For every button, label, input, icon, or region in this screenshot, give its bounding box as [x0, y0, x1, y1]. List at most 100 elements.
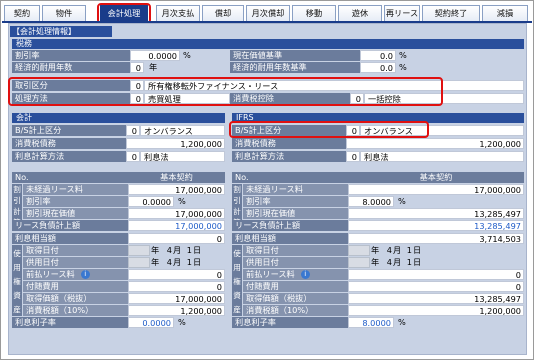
highlight-transaction — [8, 77, 443, 106]
ifrs-discount-calc-vertical-char: 引 — [233, 196, 241, 206]
acc-acq-cost-field[interactable]: 17,000,000 — [128, 293, 225, 304]
tab-impairment[interactable]: 減損 — [482, 5, 528, 21]
useful-life-field[interactable]: 0 — [130, 62, 144, 73]
ifrs-interest-rate-field[interactable]: 8.0000 — [348, 317, 394, 329]
ifrs-prepaid-field[interactable]: 0 — [348, 268, 524, 280]
ifrs-unexpired-field[interactable]: 17,000,000 — [348, 184, 524, 196]
ifrs-interest-row: 利息計算方法 0 利息法 — [232, 151, 524, 162]
acc-interest-row: 利息計算方法 0 利息法 — [12, 151, 225, 162]
acc-pv-field[interactable]: 17,000,000 — [128, 208, 225, 220]
acc-interest-rate-label: 利息利子率 — [12, 317, 128, 329]
acc-rate-unit: % — [178, 196, 186, 207]
ifrs-interest-label: 利息相当額 — [232, 232, 348, 244]
ifrs-liability-field[interactable]: 13,285,497 — [348, 220, 524, 232]
acc-incidental-label: 付随費用 — [23, 280, 128, 292]
tab-monthly-payment[interactable]: 月次支払 — [156, 5, 200, 21]
acc-acq-date-label: 取得日付 — [23, 244, 128, 256]
ifrs-acq-date-year-field[interactable] — [348, 244, 370, 256]
ifrs-discount-calc-vertical-char: 計 — [233, 207, 241, 217]
tab-contract-end[interactable]: 契約終了 — [422, 5, 480, 21]
acc-interest-code-field[interactable]: 0 — [126, 151, 140, 162]
acc-right-of-use-vertical-char: 用 — [13, 262, 21, 272]
acc-tax10-field[interactable]: 1,200,000 — [128, 305, 225, 317]
life-standard-field[interactable]: 0.0 — [360, 62, 396, 73]
acc-right-of-use-vertical-char: 資 — [13, 290, 21, 300]
tab-contract[interactable]: 契約 — [4, 5, 40, 21]
tab-transfer[interactable]: 移動 — [292, 5, 336, 21]
ifrs-pv-field[interactable]: 13,285,497 — [348, 208, 524, 220]
acc-bs-row: B/S計上区分 0 オンバランス — [12, 125, 225, 136]
ifrs-liability-label: リース負債計上額 — [232, 220, 348, 232]
ifrs-interest-rate-label: 利息利子率 — [232, 317, 348, 329]
ifrs-acq-date-label: 取得日付 — [243, 244, 348, 256]
tax-row-1: 割引率 0.0000 % 現在価値基準 0.0 % — [12, 50, 524, 61]
discount-rate-field[interactable]: 0.0000 — [130, 50, 180, 61]
acc-tax-debt-field[interactable]: 1,200,000 — [126, 138, 225, 149]
tab-property[interactable]: 物件 — [42, 5, 86, 21]
ifrs-acq-date-day: 1 — [406, 244, 412, 255]
ifrs-use-date-year-unit: 年 — [371, 256, 380, 267]
acc-unexpired-field[interactable]: 17,000,000 — [128, 184, 225, 196]
acc-interest-rate-field[interactable]: 0.0000 — [128, 317, 174, 329]
acc-prepaid-label: 前払リース料 i — [23, 268, 128, 280]
acc-right-of-use-vertical-char: 使 — [13, 248, 21, 258]
ifrs-acq-date-month: 4 — [386, 244, 392, 255]
ifrs-rate-unit: % — [398, 196, 406, 207]
ifrs-right-of-use-vertical-char: 権 — [233, 276, 241, 286]
acc-acq-date-month-unit: 月 — [173, 244, 182, 255]
acc-no-label: No. — [12, 172, 128, 183]
ifrs-tax10-field[interactable]: 1,200,000 — [348, 305, 524, 317]
acc-prepaid-field[interactable]: 0 — [128, 268, 225, 280]
ifrs-rate-label: 割引率 — [243, 196, 348, 208]
acc-acq-date-year-field[interactable] — [128, 244, 150, 256]
tab-idle[interactable]: 遊休 — [338, 5, 382, 21]
ifrs-use-date-month-unit: 月 — [393, 256, 402, 267]
ifrs-right-of-use-vertical-char: 産 — [233, 304, 241, 314]
ifrs-info-icon[interactable]: i — [300, 269, 310, 279]
ifrs-tax-debt-row: 消費税債務 1,200,000 — [232, 138, 524, 149]
acc-tax-debt-row: 消費税債務 1,200,000 — [12, 138, 225, 149]
tab-re-lease[interactable]: 再リース — [384, 5, 420, 21]
ifrs-basic-contract-header: 基本契約 — [348, 172, 524, 183]
ifrs-use-date-label: 供用日付 — [243, 256, 348, 268]
acc-info-icon[interactable]: i — [80, 269, 90, 279]
acc-tax10-label: 消費税額（10%） — [23, 305, 128, 317]
acc-rate-field[interactable]: 0.0000 — [128, 196, 174, 208]
acc-acq-date-year-unit: 年 — [151, 244, 160, 255]
section-title: 【会計処理情報】 — [10, 26, 112, 37]
acc-tax-debt-label: 消費税債務 — [12, 138, 126, 149]
ifrs-use-date-month: 4 — [386, 256, 392, 267]
acc-bs-code-field[interactable]: 0 — [126, 125, 140, 136]
ifrs-rate-field[interactable]: 8.0000 — [348, 196, 394, 208]
ifrs-interest-rate-unit: % — [398, 317, 406, 328]
ifrs-acq-cost-field[interactable]: 13,285,497 — [348, 293, 524, 304]
ifrs-acq-date-year-unit: 年 — [371, 244, 380, 255]
ifrs-right-of-use-vertical-label: 使用権資産 — [232, 244, 242, 317]
pv-standard-label: 現在価値基準 — [230, 50, 360, 61]
acc-basic-contract-header: 基本契約 — [128, 172, 225, 183]
tab-depreciation[interactable]: 償却 — [202, 5, 244, 21]
ifrs-interest-code-field[interactable]: 0 — [346, 151, 360, 162]
ifrs-discount-calc-vertical-char: 割 — [233, 185, 241, 195]
life-standard-label: 経済的耐用年数基準 — [230, 62, 360, 73]
ifrs-acq-date-month-unit: 月 — [393, 244, 402, 255]
acc-use-date-day-unit: 日 — [193, 256, 202, 267]
tab-monthly-depreciation[interactable]: 月次償却 — [246, 5, 290, 21]
ifrs-incidental-field[interactable]: 0 — [348, 280, 524, 292]
acc-use-date-month-unit: 月 — [173, 256, 182, 267]
pv-standard-field[interactable]: 0.0 — [360, 50, 396, 61]
acc-incidental-field[interactable]: 0 — [128, 280, 225, 292]
acc-use-date-year-field[interactable] — [128, 256, 150, 268]
acc-liability-field[interactable]: 17,000,000 — [128, 220, 225, 232]
ifrs-no-label: No. — [232, 172, 348, 183]
acc-bs-label: B/S計上区分 — [12, 125, 126, 136]
acc-bs-text: オンバランス — [140, 125, 225, 136]
ifrs-use-date-year-field[interactable] — [348, 256, 370, 268]
acc-acq-cost-label: 取得価額（税抜） — [23, 293, 128, 304]
acc-interest-field[interactable]: 0 — [128, 232, 225, 244]
acc-interest-label: 利息相当額 — [12, 232, 128, 244]
ifrs-tax-debt-field[interactable]: 1,200,000 — [346, 138, 524, 149]
useful-life-label: 経済的耐用年数 — [12, 62, 130, 73]
acc-discount-calc-vertical-char: 引 — [13, 196, 21, 206]
ifrs-interest-field[interactable]: 3,714,503 — [348, 232, 524, 244]
